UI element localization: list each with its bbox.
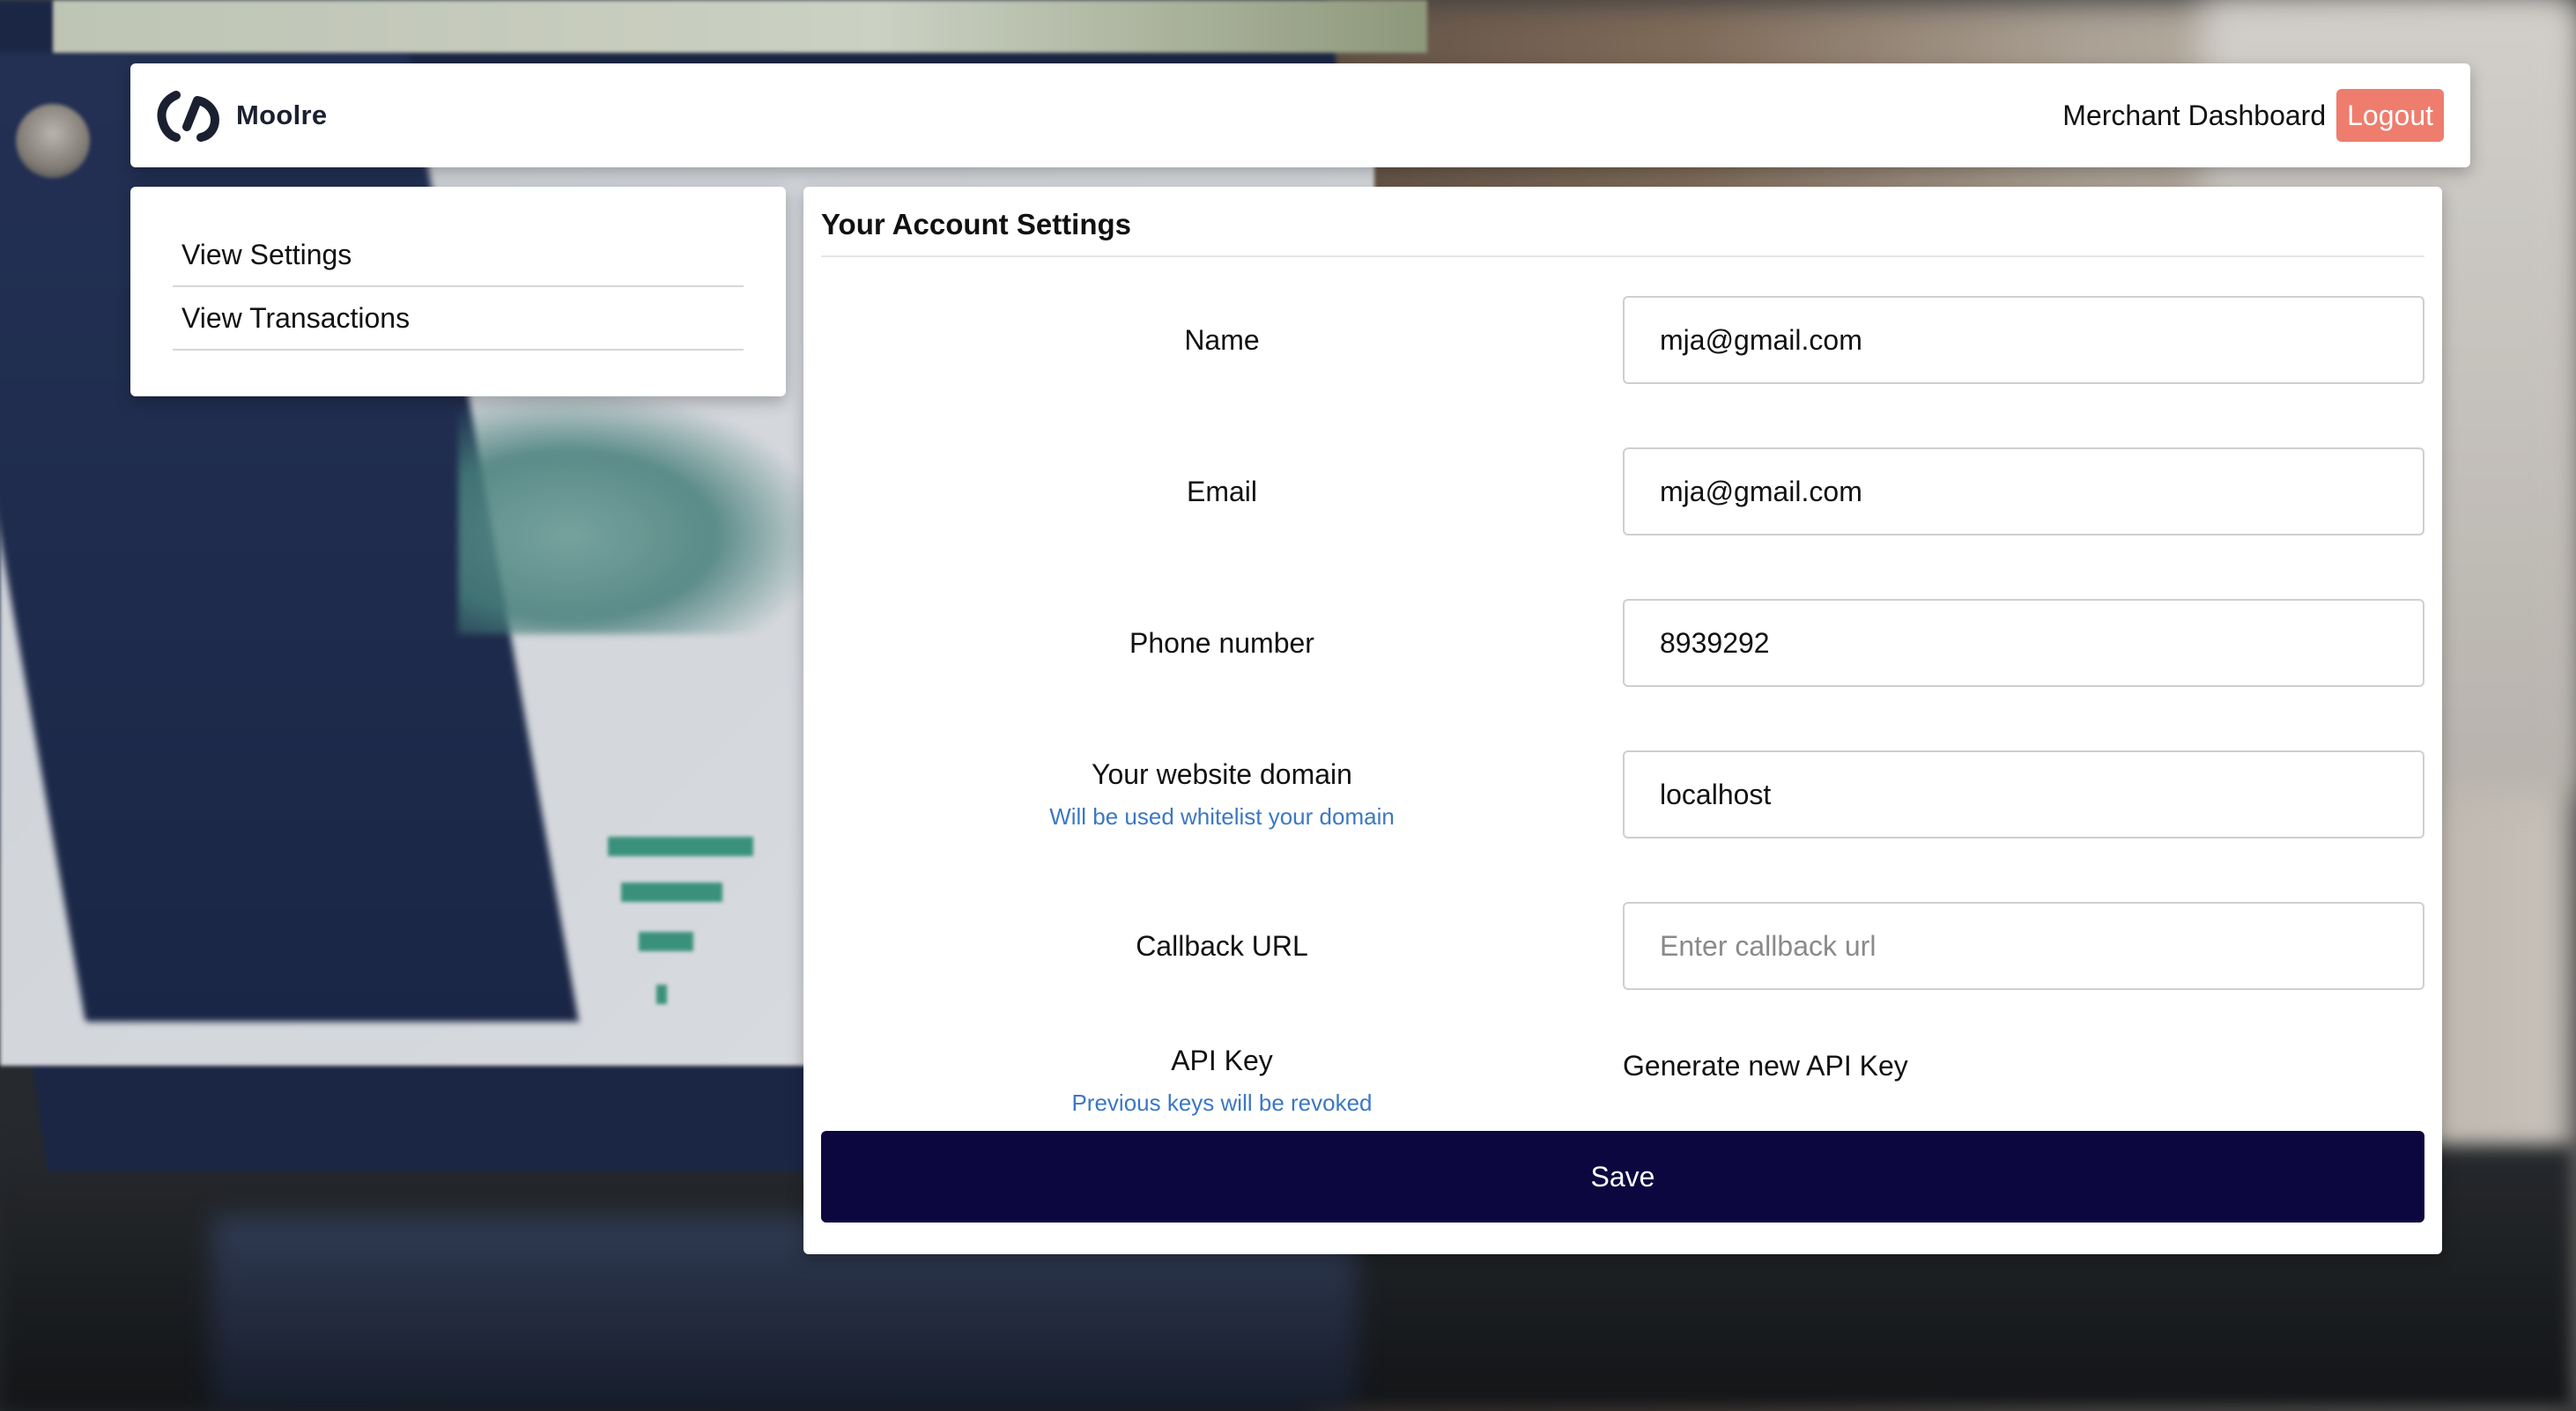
logout-button[interactable]: Logout	[2336, 89, 2444, 142]
domain-label: Your website domain	[1092, 758, 1352, 790]
sidebar-item-view-settings[interactable]: View Settings	[173, 224, 744, 287]
name-label: Name	[1184, 323, 1260, 356]
form-row-phone: Phone number	[821, 599, 2424, 687]
form-row-email: Email	[821, 447, 2424, 536]
phone-label-col: Phone number	[821, 627, 1623, 660]
sidebar-menu: View Settings View Transactions	[130, 187, 786, 396]
callback-field-col	[1623, 902, 2424, 990]
phone-label: Phone number	[1129, 626, 1314, 659]
moolre-logo-icon	[157, 91, 219, 142]
page-title: Your Account Settings	[821, 208, 2424, 257]
name-field-col	[1623, 296, 2424, 384]
top-navbar: Moolre Merchant Dashboard Logout	[130, 63, 2470, 167]
api-key-hint: Previous keys will be revoked	[1071, 1090, 1373, 1116]
callback-url-input[interactable]	[1623, 902, 2424, 990]
phone-input[interactable]	[1623, 599, 2424, 687]
account-settings-card: Your Account Settings Name Email Phone n…	[803, 187, 2442, 1254]
email-label-col: Email	[821, 476, 1623, 508]
email-field-col	[1623, 447, 2424, 536]
brand[interactable]: Moolre	[157, 88, 327, 143]
brand-name: Moolre	[236, 100, 328, 130]
merchant-dashboard-link[interactable]: Merchant Dashboard	[2062, 100, 2326, 132]
callback-label-col: Callback URL	[821, 930, 1623, 963]
form-row-callback: Callback URL	[821, 902, 2424, 990]
name-input[interactable]	[1623, 296, 2424, 384]
domain-input[interactable]	[1623, 750, 2424, 838]
form-row-api-key: API Key Previous keys will be revoked Ge…	[821, 1045, 2424, 1117]
domain-label-col: Your website domain Will be used whiteli…	[821, 758, 1623, 831]
nav-right: Merchant Dashboard Logout	[2062, 89, 2444, 142]
form-row-name: Name	[821, 296, 2424, 384]
domain-hint: Will be used whitelist your domain	[1049, 803, 1395, 830]
callback-url-label: Callback URL	[1136, 929, 1308, 962]
api-key-label-col: API Key Previous keys will be revoked	[821, 1045, 1623, 1117]
api-key-label: API Key	[1171, 1045, 1273, 1076]
name-label-col: Name	[821, 324, 1623, 357]
sidebar-item-view-transactions[interactable]: View Transactions	[173, 287, 744, 351]
phone-field-col	[1623, 599, 2424, 687]
api-key-field-col: Generate new API Key	[1623, 1045, 2424, 1082]
email-input[interactable]	[1623, 447, 2424, 536]
generate-api-key-link[interactable]: Generate new API Key	[1623, 1050, 1908, 1082]
email-label: Email	[1186, 475, 1257, 507]
form-row-domain: Your website domain Will be used whiteli…	[821, 750, 2424, 838]
save-button[interactable]: Save	[821, 1131, 2424, 1223]
domain-field-col	[1623, 750, 2424, 838]
